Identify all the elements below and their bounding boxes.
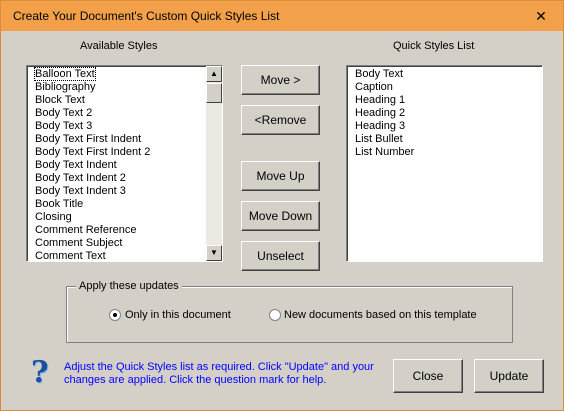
list-item-label: Balloon Text xyxy=(34,67,96,81)
list-item[interactable]: Comment Reference xyxy=(27,224,222,237)
list-item[interactable]: Body Text 2 xyxy=(27,107,222,120)
list-item-label: Body Text xyxy=(355,68,404,80)
list-item[interactable]: Bibliography xyxy=(27,81,222,94)
apply-updates-legend: Apply these updates xyxy=(76,280,182,292)
quick-styles-label: Quick Styles List xyxy=(393,40,475,52)
help-text-line-1: Adjust the Quick Styles list as required… xyxy=(64,361,374,373)
list-item[interactable]: Comment Subject xyxy=(27,237,222,250)
list-item-label: Bibliography xyxy=(35,81,96,93)
list-item-label: Comment Subject xyxy=(35,237,123,249)
move-up-button[interactable]: Move Up xyxy=(241,161,320,191)
move-down-button[interactable]: Move Down xyxy=(241,201,320,231)
list-item[interactable]: Body Text Indent 2 xyxy=(27,172,222,185)
help-question-icon[interactable]: ? xyxy=(31,355,49,390)
unselect-button[interactable]: Unselect xyxy=(241,241,320,271)
radio-this-document[interactable] xyxy=(109,309,121,321)
update-button[interactable]: Update xyxy=(474,359,544,393)
list-item[interactable]: Body Text First Indent xyxy=(27,133,222,146)
list-item[interactable]: Caption xyxy=(347,81,542,94)
dialog-window: Create Your Document's Custom Quick Styl… xyxy=(0,0,564,411)
list-item-label: Body Text Indent 3 xyxy=(35,185,126,197)
available-styles-label: Available Styles xyxy=(80,40,158,52)
list-item-label: Heading 2 xyxy=(355,107,406,119)
list-item[interactable]: Comment Text xyxy=(27,250,222,262)
list-item[interactable]: Body Text xyxy=(347,68,542,81)
list-item[interactable]: Heading 2 xyxy=(347,107,542,120)
scroll-up-icon[interactable]: ▲ xyxy=(206,66,222,82)
available-styles-scrollbar[interactable]: ▲ ▼ xyxy=(206,66,222,261)
list-item[interactable]: Balloon Text xyxy=(27,67,222,81)
help-text-line-2: changes are applied. Click the question … xyxy=(64,374,327,386)
radio-new-documents[interactable] xyxy=(269,309,281,321)
radio-new-documents-label[interactable]: New documents based on this template xyxy=(284,309,477,321)
list-item-label: List Bullet xyxy=(355,133,403,145)
list-item[interactable]: Body Text 3 xyxy=(27,120,222,133)
scroll-down-icon[interactable]: ▼ xyxy=(206,245,222,261)
list-item[interactable]: List Number xyxy=(347,146,542,159)
close-button[interactable]: Close xyxy=(393,359,463,393)
list-item-label: Caption xyxy=(355,81,393,93)
list-item-label: Book Title xyxy=(35,198,84,210)
list-item[interactable]: Body Text First Indent 2 xyxy=(27,146,222,159)
dialog-body: Available Styles Quick Styles List Ballo… xyxy=(1,31,563,410)
scroll-thumb[interactable] xyxy=(206,83,222,103)
list-item[interactable]: Closing xyxy=(27,211,222,224)
list-item[interactable]: Heading 1 xyxy=(347,94,542,107)
list-item-label: Body Text First Indent xyxy=(35,133,142,145)
list-item-label: Body Text 2 xyxy=(35,107,93,119)
list-item-label: Body Text 3 xyxy=(35,120,93,132)
available-styles-list[interactable]: Balloon Text Bibliography Block Text Body T… xyxy=(26,65,223,262)
quick-styles-list[interactable]: Body Text Caption Heading 1 Heading 2 Headin… xyxy=(346,65,543,262)
window-title: Create Your Document's Custom Quick Styl… xyxy=(13,9,280,23)
list-item[interactable]: Heading 3 xyxy=(347,120,542,133)
move-button[interactable]: Move > xyxy=(241,65,320,95)
title-bar[interactable]: Create Your Document's Custom Quick Styl… xyxy=(1,1,563,31)
list-item[interactable]: Book Title xyxy=(27,198,222,211)
list-item-label: Comment Reference xyxy=(35,224,137,236)
list-item-label: Closing xyxy=(35,211,72,223)
list-item-label: Comment Text xyxy=(35,250,106,262)
list-item-label: Body Text First Indent 2 xyxy=(35,146,151,158)
radio-this-document-label[interactable]: Only in this document xyxy=(125,309,231,321)
list-item-label: Body Text Indent xyxy=(35,159,117,171)
remove-button[interactable]: <Remove xyxy=(241,105,320,135)
list-item-label: Heading 1 xyxy=(355,94,406,106)
list-item[interactable]: Body Text Indent 3 xyxy=(27,185,222,198)
list-item-label: List Number xyxy=(355,146,415,158)
list-item[interactable]: List Bullet xyxy=(347,133,542,146)
list-item-label: Heading 3 xyxy=(355,120,406,132)
list-item[interactable]: Body Text Indent xyxy=(27,159,222,172)
list-item[interactable]: Block Text xyxy=(27,94,222,107)
list-item-label: Body Text Indent 2 xyxy=(35,172,126,184)
close-icon[interactable]: ✕ xyxy=(519,1,563,31)
list-item-label: Block Text xyxy=(35,94,85,106)
